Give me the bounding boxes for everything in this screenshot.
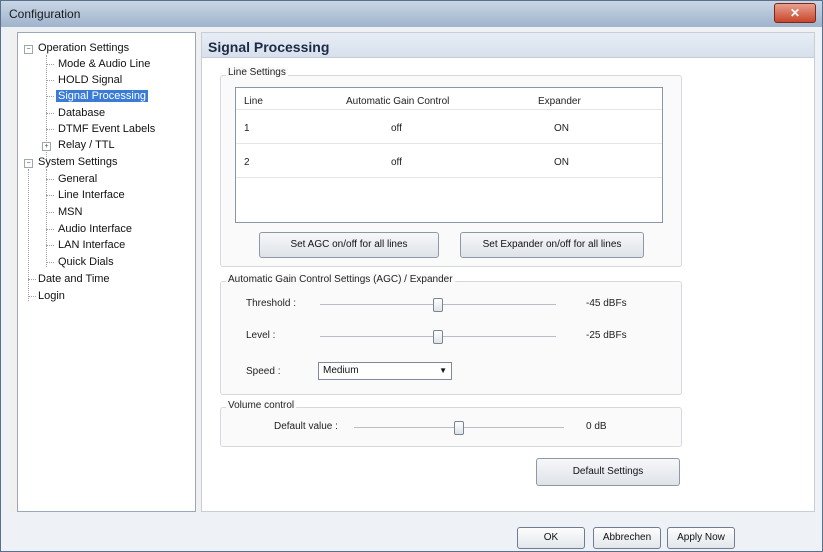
volume-control-label: Volume control bbox=[226, 400, 297, 411]
tree-connector bbox=[46, 64, 54, 65]
line-table[interactable]: Line Automatic Gain Control Expander 1 o… bbox=[235, 87, 663, 223]
tree-item-system-settings[interactable]: System Settings bbox=[38, 156, 117, 168]
tree-item-msn[interactable]: MSN bbox=[58, 206, 82, 218]
apply-now-button[interactable]: Apply Now bbox=[667, 527, 735, 549]
ok-button[interactable]: OK bbox=[517, 527, 585, 549]
row-divider bbox=[236, 143, 662, 144]
page-title: Signal Processing bbox=[208, 39, 330, 55]
tree-item-general[interactable]: General bbox=[58, 173, 97, 185]
threshold-value: -45 dBFs bbox=[586, 298, 627, 309]
title-bar[interactable]: Configuration ✕ bbox=[1, 1, 822, 27]
tree-item-dtmf-event-labels[interactable]: DTMF Event Labels bbox=[58, 123, 155, 135]
tree-item-login[interactable]: Login bbox=[38, 290, 65, 302]
speed-selected-value: Medium bbox=[323, 365, 359, 376]
level-label: Level : bbox=[246, 330, 276, 341]
chevron-down-icon[interactable]: ▼ bbox=[439, 363, 447, 379]
tree-connector bbox=[46, 195, 54, 196]
tree-connector bbox=[46, 80, 54, 81]
set-agc-all-button[interactable]: Set AGC on/off for all lines bbox=[259, 232, 439, 258]
tree-connector bbox=[28, 296, 36, 297]
tree-item-quick-dials[interactable]: Quick Dials bbox=[58, 256, 114, 268]
header-divider bbox=[236, 109, 662, 110]
speed-select[interactable]: Medium ▼ bbox=[318, 362, 452, 380]
table-cell-agc[interactable]: off bbox=[391, 157, 402, 168]
tree-item-mode-audio-line[interactable]: Mode & Audio Line bbox=[58, 58, 150, 70]
tree-item-hold-signal[interactable]: HOLD Signal bbox=[58, 74, 122, 86]
default-settings-button[interactable]: Default Settings bbox=[536, 458, 680, 486]
tree-item-operation-settings[interactable]: Operation Settings bbox=[38, 42, 129, 54]
tree-item-line-interface[interactable]: Line Interface bbox=[58, 189, 125, 201]
tree-connector bbox=[46, 113, 54, 114]
level-value: -25 dBFs bbox=[586, 330, 627, 341]
column-header-line[interactable]: Line bbox=[244, 96, 263, 107]
tree-connector bbox=[46, 262, 54, 263]
tree-connector bbox=[46, 129, 54, 130]
tree-item-signal-processing[interactable]: Signal Processing bbox=[56, 90, 149, 102]
tree-connector bbox=[46, 229, 54, 230]
cancel-button[interactable]: Abbrechen bbox=[593, 527, 661, 549]
threshold-slider-thumb[interactable] bbox=[433, 298, 443, 312]
table-cell-agc[interactable]: off bbox=[391, 123, 402, 134]
column-header-agc[interactable]: Automatic Gain Control bbox=[346, 96, 449, 107]
table-cell-expander[interactable]: ON bbox=[554, 123, 569, 134]
default-value: 0 dB bbox=[586, 421, 607, 432]
collapse-icon[interactable]: − bbox=[24, 45, 33, 54]
tree-item-date-and-time[interactable]: Date and Time bbox=[38, 273, 110, 285]
table-cell-expander[interactable]: ON bbox=[554, 157, 569, 168]
settings-tree[interactable]: − Operation Settings Mode & Audio Line H… bbox=[17, 32, 196, 512]
tree-connector bbox=[28, 279, 36, 280]
table-cell-line[interactable]: 1 bbox=[244, 123, 250, 134]
tree-connector bbox=[46, 245, 54, 246]
agc-settings-label: Automatic Gain Control Settings (AGC) / … bbox=[226, 274, 455, 285]
tree-connector bbox=[46, 212, 54, 213]
set-expander-all-button[interactable]: Set Expander on/off for all lines bbox=[460, 232, 644, 258]
tree-item-relay-ttl[interactable]: Relay / TTL bbox=[58, 139, 115, 151]
speed-label: Speed : bbox=[246, 366, 281, 377]
tree-connector bbox=[28, 169, 29, 301]
configuration-window: Configuration ✕ − Operation Settings Mod… bbox=[0, 0, 823, 552]
column-header-expander[interactable]: Expander bbox=[538, 96, 581, 107]
close-button[interactable]: ✕ bbox=[774, 3, 816, 23]
signal-processing-panel: Signal Processing Line Settings Line Aut… bbox=[201, 32, 815, 512]
line-settings-label: Line Settings bbox=[226, 67, 288, 78]
threshold-label: Threshold : bbox=[246, 298, 297, 309]
row-divider bbox=[236, 177, 662, 178]
tree-connector bbox=[46, 169, 47, 267]
level-slider-thumb[interactable] bbox=[433, 330, 443, 344]
window-title: Configuration bbox=[9, 7, 81, 21]
tree-connector bbox=[46, 96, 54, 97]
tree-item-database[interactable]: Database bbox=[58, 107, 105, 119]
expand-icon[interactable]: + bbox=[42, 142, 51, 151]
collapse-icon[interactable]: − bbox=[24, 159, 33, 168]
volume-slider-thumb[interactable] bbox=[454, 421, 464, 435]
default-value-label: Default value : bbox=[274, 421, 338, 432]
tree-item-lan-interface[interactable]: LAN Interface bbox=[58, 239, 125, 251]
tree-connector bbox=[46, 179, 54, 180]
tree-item-audio-interface[interactable]: Audio Interface bbox=[58, 223, 132, 235]
table-cell-line[interactable]: 2 bbox=[244, 157, 250, 168]
